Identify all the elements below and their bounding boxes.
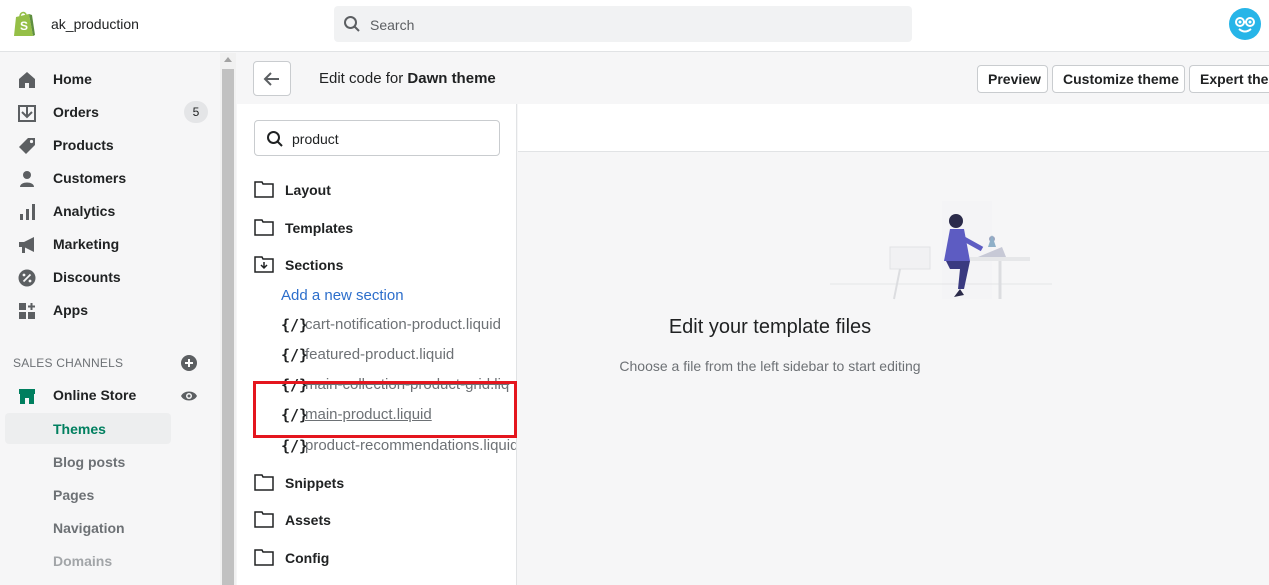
nav-marketing[interactable]: Marketing <box>0 228 220 261</box>
folder-layout[interactable]: Layout <box>254 179 514 201</box>
nav-home-label: Home <box>53 71 92 87</box>
file-search-input[interactable]: product <box>254 120 500 156</box>
user-avatar[interactable] <box>1229 8 1261 40</box>
nav-apps-label: Apps <box>53 302 88 318</box>
preview-button[interactable]: Preview <box>977 65 1048 93</box>
nav-online-store-label: Online Store <box>53 387 137 403</box>
editor-header: Edit code for Dawn theme Preview Customi… <box>237 53 1269 104</box>
folder-icon <box>254 511 274 528</box>
nav-marketing-label: Marketing <box>53 236 120 252</box>
editor-main-area: Edit your template files Choose a file f… <box>518 104 1269 585</box>
nav-customers[interactable]: Customers <box>0 162 220 195</box>
folder-assets-label: Assets <box>285 512 331 528</box>
folder-snippets[interactable]: Snippets <box>254 472 514 494</box>
person-icon <box>20 171 34 187</box>
nav-pages-label: Pages <box>53 487 95 503</box>
nav-products-label: Products <box>53 137 114 153</box>
nav-discounts[interactable]: Discounts <box>0 261 220 294</box>
editor-tab-bar <box>518 104 1269 152</box>
nav-analytics-label: Analytics <box>53 203 116 219</box>
nav-domains[interactable]: Domains <box>5 545 171 576</box>
nav-themes[interactable]: Themes <box>5 413 171 444</box>
store-icon <box>19 389 35 404</box>
search-icon <box>344 16 360 32</box>
search-icon <box>267 131 283 147</box>
folder-config-label: Config <box>285 550 330 566</box>
folder-icon <box>254 181 274 198</box>
nav-blog-posts[interactable]: Blog posts <box>5 446 171 477</box>
folder-sections-label: Sections <box>285 257 344 273</box>
person-at-desk-illustration-icon <box>830 201 1052 300</box>
back-button[interactable] <box>253 61 291 96</box>
svg-text:S: S <box>20 19 28 33</box>
nav-apps[interactable]: Apps <box>0 294 220 327</box>
discount-icon <box>18 269 36 287</box>
top-bar: S ak_production Search <box>0 0 1269 52</box>
file-label: product-recommendations.liquid <box>305 437 517 454</box>
folder-assets[interactable]: Assets <box>254 509 514 531</box>
folder-templates-label: Templates <box>285 220 354 236</box>
nav-orders[interactable]: Orders 5 <box>0 96 220 129</box>
store-name[interactable]: ak_production <box>51 16 139 32</box>
arrow-left-icon <box>263 72 279 86</box>
global-search-input[interactable]: Search <box>334 6 912 42</box>
nav-orders-label: Orders <box>53 104 99 120</box>
nav-analytics[interactable]: Analytics <box>0 195 220 228</box>
nav-home[interactable]: Home <box>0 63 220 96</box>
add-new-section-link[interactable]: Add a new section <box>281 287 404 304</box>
avatar-face-icon <box>1235 17 1255 33</box>
empty-state-title: Edit your template files <box>668 316 872 338</box>
megaphone-icon <box>19 237 34 253</box>
editor-title: Edit code for Dawn theme <box>319 70 496 87</box>
folder-snippets-label: Snippets <box>285 475 345 491</box>
main-navigation: Home Orders 5 Products Customers Analyti… <box>0 53 220 585</box>
nav-navigation[interactable]: Navigation <box>5 512 171 543</box>
nav-blog-posts-label: Blog posts <box>53 454 126 470</box>
folder-layout-label: Layout <box>285 182 331 198</box>
orders-icon <box>18 105 36 122</box>
nav-navigation-label: Navigation <box>53 520 125 536</box>
sidebar-scrollbar[interactable] <box>220 53 236 585</box>
apps-icon <box>19 303 35 319</box>
view-store-eye-icon[interactable] <box>180 387 198 405</box>
orders-count-badge: 5 <box>184 101 208 123</box>
file-item[interactable]: {/} product-recommendations.liquid <box>281 435 517 457</box>
theme-name: Dawn theme <box>407 70 496 87</box>
folder-templates[interactable]: Templates <box>254 217 514 239</box>
highlight-annotation-box <box>253 381 517 438</box>
bar-chart-icon <box>20 204 35 220</box>
file-tree-panel: product Layout Templates Sections Add a … <box>237 104 517 585</box>
scroll-up-arrow-icon[interactable] <box>224 57 232 62</box>
nav-themes-label: Themes <box>53 421 106 437</box>
shopify-logo-icon[interactable]: S <box>11 10 37 38</box>
expert-theme-button[interactable]: Expert ther <box>1189 65 1269 93</box>
nav-products[interactable]: Products <box>0 129 220 162</box>
editor-title-prefix: Edit code for <box>319 70 404 87</box>
file-search-value: product <box>292 131 339 147</box>
add-sales-channel-icon[interactable] <box>180 354 198 372</box>
nav-customers-label: Customers <box>53 170 127 186</box>
search-placeholder: Search <box>370 17 415 33</box>
tag-icon <box>19 138 35 154</box>
empty-state-subtitle: Choose a file from the left sidebar to s… <box>619 358 921 374</box>
folder-sections[interactable]: Sections <box>254 254 514 276</box>
folder-icon <box>254 474 274 491</box>
folder-config[interactable]: Config <box>254 547 514 569</box>
folder-icon <box>254 549 274 566</box>
home-icon <box>19 72 35 88</box>
customize-theme-button[interactable]: Customize theme <box>1052 65 1185 93</box>
folder-icon <box>254 219 274 236</box>
nav-pages[interactable]: Pages <box>5 479 171 510</box>
sales-channels-heading: SALES CHANNELS <box>13 356 124 370</box>
nav-domains-label: Domains <box>53 553 113 569</box>
scrollbar-thumb[interactable] <box>222 69 234 585</box>
nav-discounts-label: Discounts <box>53 269 121 285</box>
folder-open-down-icon <box>254 256 274 273</box>
